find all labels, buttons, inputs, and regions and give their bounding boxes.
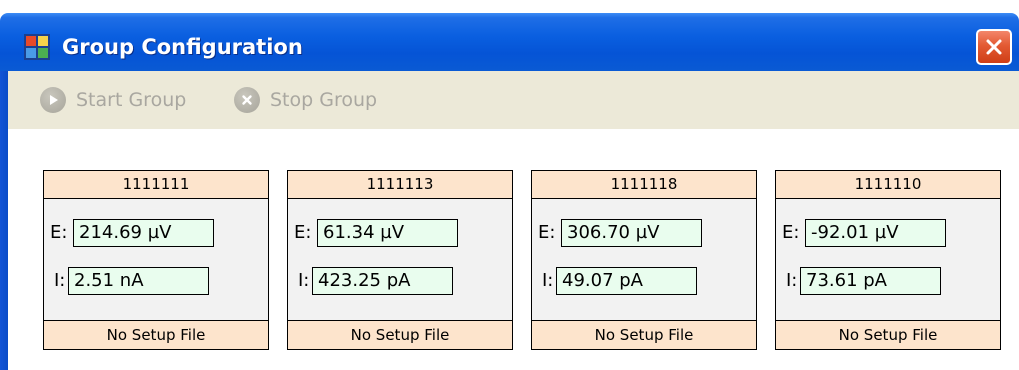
e-value-field: -92.01 µV [805,219,946,247]
setup-file-status: No Setup File [776,320,1000,349]
toolbar: Start Group Stop Group [8,71,1019,129]
app-grid-icon [24,34,50,60]
i-value-field: 423.25 pA [312,267,453,295]
i-label: I: [542,270,554,291]
i-label: I: [54,270,66,291]
panel-id: 1111110 [776,171,1000,199]
i-value-field: 2.51 nA [68,267,209,295]
title-bar[interactable]: Group Configuration [0,13,1019,71]
stop-x-icon [234,87,260,113]
panel-id: 1111113 [288,171,512,199]
i-row: I: 423.25 pA [288,266,512,296]
i-row: I: 73.61 pA [776,266,1000,296]
start-group-label: Start Group [76,89,187,111]
panel-id: 1111111 [44,171,268,199]
group-panel: 1111110 E: -92.01 µV I: 73.61 pA No Setu… [775,170,1001,350]
e-label: E: [294,222,312,243]
e-value-field: 214.69 µV [73,219,214,247]
setup-file-status: No Setup File [44,320,268,349]
e-label: E: [50,222,68,243]
group-panel: 1111111 E: 214.69 µV I: 2.51 nA No Setup… [43,170,269,350]
i-row: I: 49.07 pA [532,266,756,296]
stop-group-button[interactable]: Stop Group [234,85,377,115]
e-row: E: 214.69 µV [44,218,268,248]
close-button[interactable] [976,29,1012,65]
e-value-field: 61.34 µV [317,219,458,247]
content-area: 1111111 E: 214.69 µV I: 2.51 nA No Setup… [8,129,1019,370]
stop-group-label: Stop Group [270,89,378,111]
e-value-field: 306.70 µV [561,219,702,247]
e-row: E: -92.01 µV [776,218,1000,248]
group-configuration-window: Group Configuration Start Group Stop Gro… [0,0,1019,370]
i-label: I: [786,270,798,291]
e-row: E: 61.34 µV [288,218,512,248]
i-value-field: 49.07 pA [556,267,697,295]
i-label: I: [298,270,310,291]
window-frame-left [0,71,8,370]
setup-file-status: No Setup File [288,320,512,349]
window-title: Group Configuration [62,35,303,59]
i-row: I: 2.51 nA [44,266,268,296]
e-row: E: 306.70 µV [532,218,756,248]
close-icon [986,39,1002,55]
play-icon [40,87,66,113]
e-label: E: [782,222,800,243]
i-value-field: 73.61 pA [800,267,941,295]
panel-id: 1111118 [532,171,756,199]
group-panel: 1111113 E: 61.34 µV I: 423.25 pA No Setu… [287,170,513,350]
group-panel: 1111118 E: 306.70 µV I: 49.07 pA No Setu… [531,170,757,350]
start-group-button[interactable]: Start Group [40,85,186,115]
e-label: E: [538,222,556,243]
setup-file-status: No Setup File [532,320,756,349]
